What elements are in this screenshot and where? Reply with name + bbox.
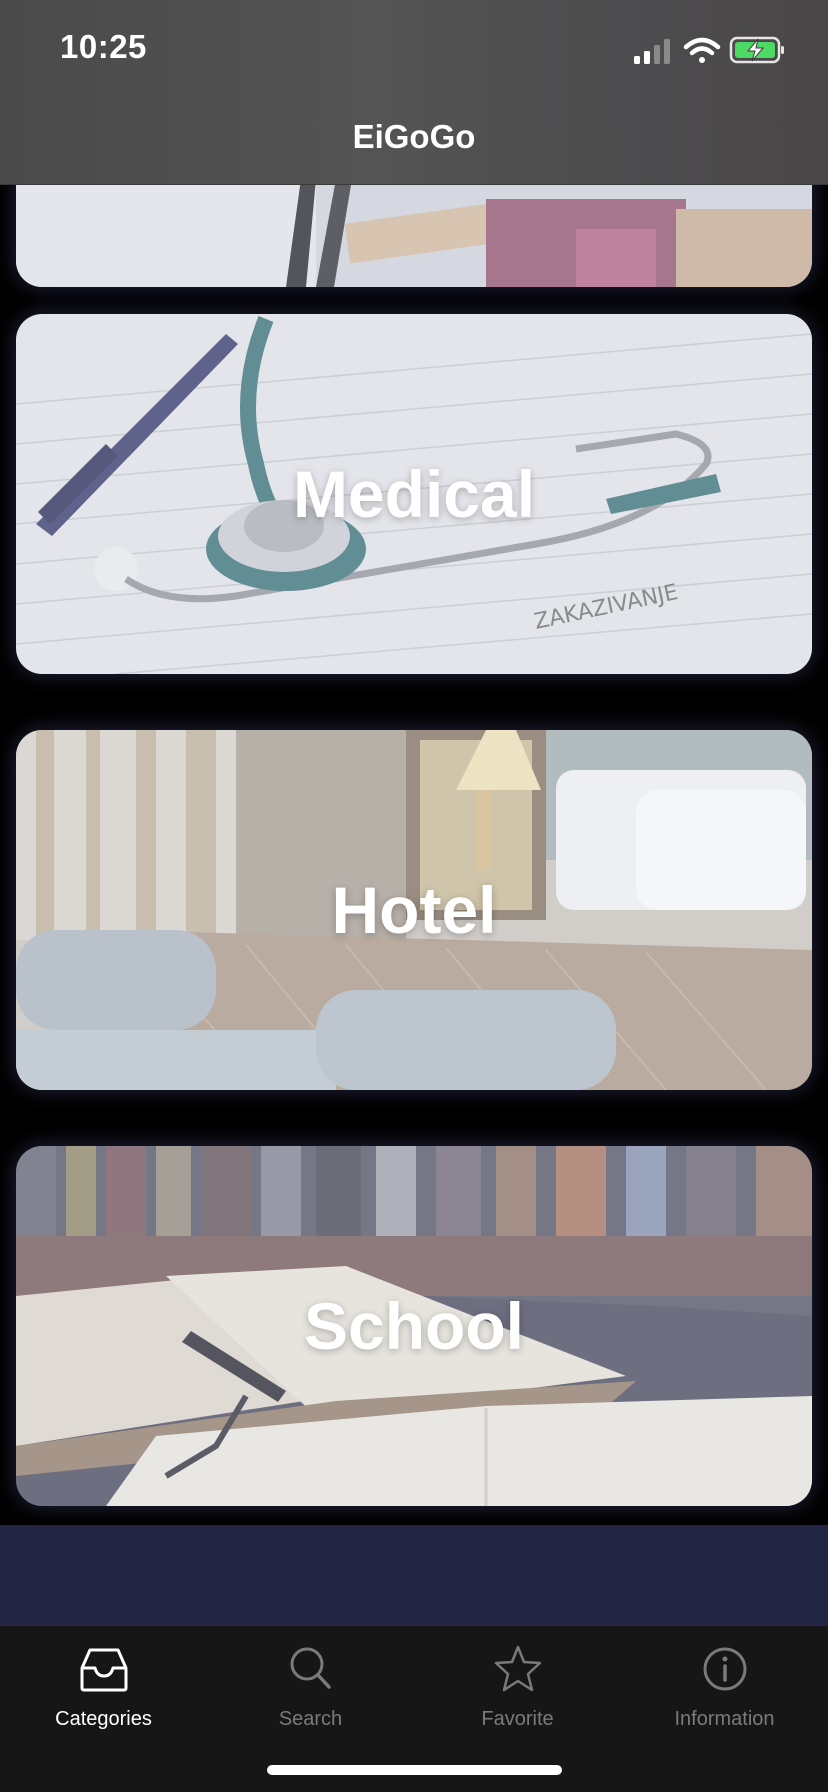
- tab-information[interactable]: Information: [621, 1644, 828, 1744]
- tab-favorite[interactable]: Favorite: [414, 1644, 621, 1744]
- app-screen: 10:25 EiGoGo ZAKAZIVANJE Medical Hotel S…: [0, 0, 828, 1792]
- top-bar: 10:25 EiGoGo: [0, 0, 828, 185]
- signal-icon: [634, 39, 670, 64]
- category-label-hotel: Hotel: [331, 873, 497, 947]
- tab-label: Favorite: [481, 1708, 554, 1730]
- info-icon: [703, 1647, 746, 1691]
- category-list[interactable]: ZAKAZIVANJE Medical Hotel School: [0, 185, 828, 1525]
- tab-label: Information: [674, 1708, 775, 1730]
- status-icons: [634, 36, 784, 64]
- list-footer-strip: [0, 1525, 828, 1625]
- tab-label: Search: [278, 1708, 343, 1730]
- category-label-medical: Medical: [292, 457, 536, 531]
- status-time: 10:25: [60, 28, 147, 65]
- home-indicator: [267, 1765, 562, 1775]
- category-card-medical[interactable]: ZAKAZIVANJE Medical: [16, 314, 812, 674]
- wifi-icon: [683, 37, 721, 63]
- battery-charging-icon: [729, 36, 784, 64]
- category-card-partial[interactable]: [16, 185, 812, 287]
- search-icon: [290, 1647, 331, 1689]
- category-label-school: School: [303, 1289, 524, 1363]
- category-card-hotel[interactable]: Hotel: [16, 730, 812, 1090]
- category-label: [16, 185, 812, 287]
- category-card-school[interactable]: School: [16, 1146, 812, 1506]
- nav-title: EiGoGo: [352, 118, 476, 155]
- inbox-tray-icon: [80, 1648, 127, 1692]
- star-icon: [494, 1645, 541, 1692]
- tab-categories[interactable]: Categories: [0, 1644, 207, 1744]
- tab-search[interactable]: Search: [207, 1644, 414, 1744]
- tab-label: Categories: [55, 1708, 152, 1730]
